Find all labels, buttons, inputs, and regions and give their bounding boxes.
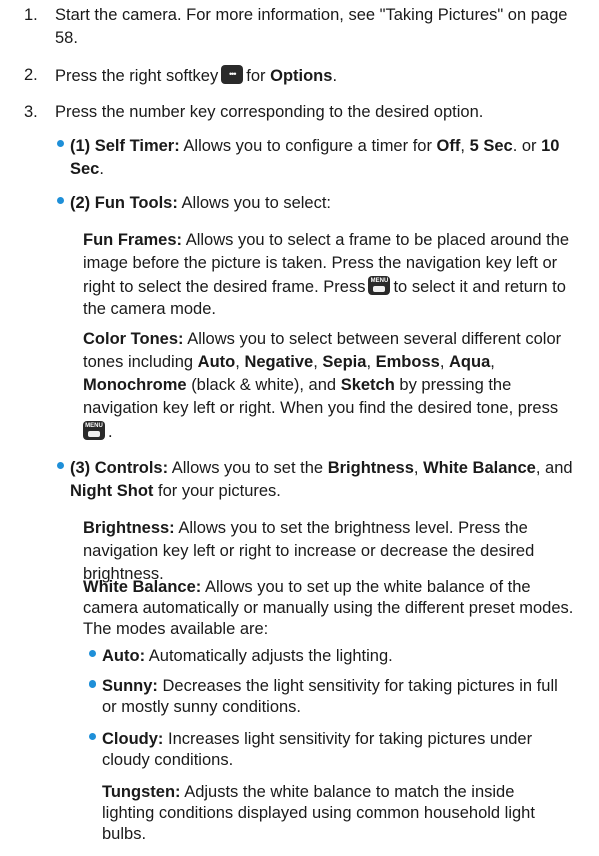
mode-cloudy-cont: cloudy conditions. — [102, 751, 234, 769]
white-balance-line-1: White Balance: Allows you to set up the … — [83, 578, 531, 596]
mode-cloudy: Cloudy: Increases light sensitivity for … — [102, 730, 533, 748]
mode-auto: Auto: Automatically adjusts the lighting… — [102, 647, 393, 665]
step-1-number: 1. — [24, 6, 38, 24]
softkey-dots-icon — [221, 65, 244, 84]
step-1-text-cont: 58. — [55, 29, 78, 47]
self-timer-cont: Sec. — [70, 160, 104, 178]
step-2-text: Press the right softkeyfor Options. — [55, 65, 337, 87]
fun-frames-line-4: the camera mode. — [83, 300, 216, 318]
controls-item-cont: Night Shot for your pictures. — [70, 482, 281, 500]
color-tones-line-4: navigation key left or right. When you f… — [83, 399, 559, 417]
menu-ok-key-icon — [368, 276, 391, 295]
bullet-icon — [57, 197, 64, 204]
menu-ok-key-icon — [83, 421, 105, 440]
mode-sunny-cont: or mostly sunny conditions. — [102, 698, 302, 716]
step-3-number: 3. — [24, 103, 38, 121]
fun-frames-line-1: Fun Frames: Allows you to select a frame… — [83, 231, 570, 249]
bullet-icon — [57, 140, 64, 147]
mode-sunny: Sunny: Decreases the light sensitivity f… — [102, 677, 558, 695]
fun-frames-line-3: right to select the desired frame. Press… — [83, 276, 566, 298]
white-balance-line-2: camera automatically or manually using t… — [83, 599, 574, 617]
color-tones-line-1: Color Tones: Allows you to select betwee… — [83, 330, 562, 348]
color-tones-line-3: Monochrome (black & white), and Sketch b… — [83, 376, 512, 394]
fun-tools-item: (2) Fun Tools: Allows you to select: — [70, 194, 332, 212]
bullet-icon — [57, 462, 64, 469]
bullet-icon — [89, 650, 96, 657]
mode-tungsten-cont-2: bulbs. — [102, 825, 147, 843]
self-timer-item: (1) Self Timer: Allows you to configure … — [70, 137, 560, 155]
step-2-number: 2. — [24, 66, 38, 84]
bullet-icon — [89, 680, 96, 687]
bullet-icon — [89, 733, 96, 740]
mode-tungsten-cont: lighting conditions displayed using comm… — [102, 804, 535, 822]
mode-tungsten: Tungsten: Adjusts the white balance to m… — [102, 783, 515, 801]
color-tones-line-5: . — [80, 421, 113, 443]
controls-item: (3) Controls: Allows you to set the Brig… — [70, 459, 573, 477]
white-balance-line-3: The modes available are: — [83, 620, 269, 638]
step-3-text: Press the number key corresponding to th… — [55, 103, 484, 121]
step-1-text: Start the camera. For more information, … — [55, 6, 568, 24]
brightness-line-2: navigation key left or right to increase… — [83, 542, 535, 560]
color-tones-line-2: tones including Auto, Negative, Sepia, E… — [83, 353, 495, 371]
brightness-line-1: Brightness: Allows you to set the bright… — [83, 519, 528, 537]
fun-frames-line-2: image before the picture is taken. Press… — [83, 254, 558, 272]
